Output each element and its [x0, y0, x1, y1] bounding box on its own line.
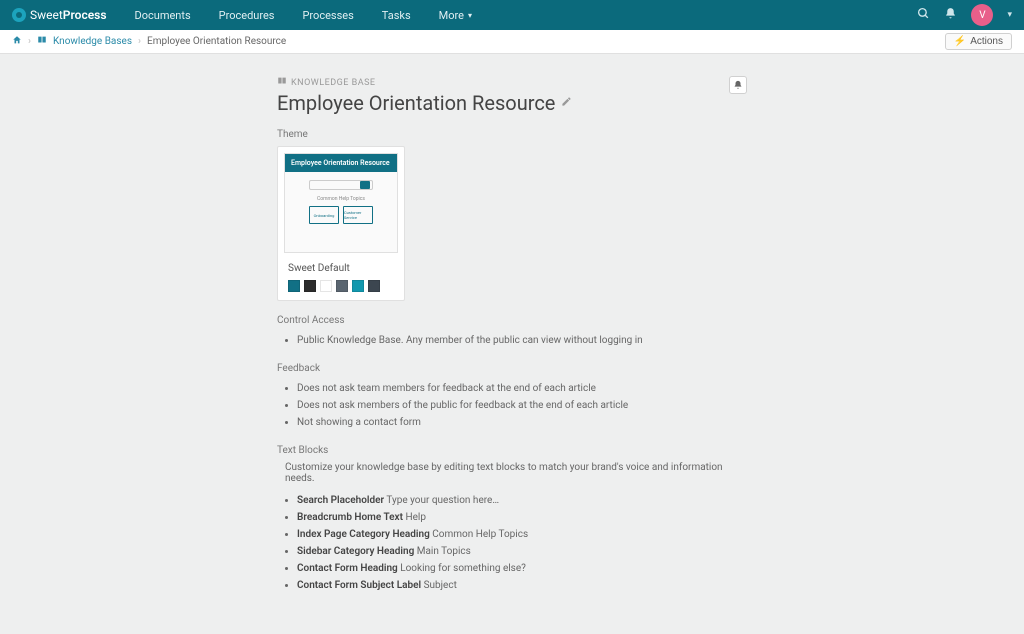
chevron-down-icon: ▾	[468, 11, 472, 20]
top-icons: V ▾	[917, 4, 1012, 26]
book-icon	[277, 76, 287, 89]
section-textblocks-label: Text Blocks	[277, 445, 747, 456]
access-list: Public Knowledge Base. Any member of the…	[277, 332, 747, 349]
breadcrumb-bar: › Knowledge Bases › Employee Orientation…	[0, 30, 1024, 54]
list-item: Does not ask team members for feedback a…	[297, 380, 747, 397]
breadcrumb-knowledge-bases[interactable]: Knowledge Bases	[53, 36, 132, 47]
bolt-icon: ⚡	[954, 36, 966, 47]
book-icon	[37, 35, 47, 48]
section-feedback-label: Feedback	[277, 363, 747, 374]
swatch[interactable]	[368, 280, 380, 292]
edit-icon[interactable]	[561, 96, 572, 110]
user-menu-chevron-icon[interactable]: ▾	[1007, 10, 1012, 20]
search-icon[interactable]	[917, 7, 930, 23]
breadcrumb-sep: ›	[28, 36, 31, 47]
list-item: Public Knowledge Base. Any member of the…	[297, 332, 747, 349]
theme-preview: Employee Orientation Resource Common Hel…	[284, 153, 398, 253]
swatch[interactable]	[336, 280, 348, 292]
list-item: Index Page Category Heading Common Help …	[297, 526, 747, 543]
textblocks-desc: Customize your knowledge base by editing…	[277, 462, 747, 484]
preview-card: Onboarding	[314, 213, 335, 218]
preview-title: Employee Orientation Resource	[291, 159, 390, 167]
nav-more[interactable]: More▾	[439, 9, 472, 22]
swatch[interactable]	[288, 280, 300, 292]
nav-procedures[interactable]: Procedures	[219, 9, 275, 22]
logo-icon	[12, 8, 26, 22]
kb-label: KNOWLEDGE BASE	[277, 76, 747, 89]
actions-button[interactable]: ⚡ Actions	[945, 33, 1012, 50]
main-content: KNOWLEDGE BASE Employee Orientation Reso…	[277, 76, 747, 594]
home-icon[interactable]	[12, 35, 22, 48]
breadcrumb: › Knowledge Bases › Employee Orientation…	[12, 35, 286, 48]
list-item: Breadcrumb Home Text Help	[297, 509, 747, 526]
list-item: Does not ask members of the public for f…	[297, 397, 747, 414]
avatar[interactable]: V	[971, 4, 993, 26]
nav-documents[interactable]: Documents	[135, 9, 191, 22]
swatch[interactable]	[320, 280, 332, 292]
preview-card: Customer Service	[344, 210, 372, 220]
color-swatches	[278, 280, 404, 292]
textblocks-list: Search Placeholder Type your question he…	[277, 492, 747, 594]
list-item: Contact Form Heading Looking for somethi…	[297, 560, 747, 577]
page-title: Employee Orientation Resource	[277, 91, 555, 115]
notification-toggle[interactable]	[729, 76, 747, 94]
list-item: Contact Form Subject Label Subject	[297, 577, 747, 594]
section-access-label: Control Access	[277, 315, 747, 326]
breadcrumb-current: Employee Orientation Resource	[147, 36, 286, 47]
logo[interactable]: SweetProcess	[12, 8, 107, 22]
list-item: Not showing a contact form	[297, 414, 747, 431]
nav-processes[interactable]: Processes	[302, 9, 353, 22]
nav-tasks[interactable]: Tasks	[382, 9, 411, 22]
swatch[interactable]	[352, 280, 364, 292]
top-bar: SweetProcess Documents Procedures Proces…	[0, 0, 1024, 30]
theme-card[interactable]: Employee Orientation Resource Common Hel…	[277, 146, 405, 301]
logo-text: SweetProcess	[30, 8, 107, 22]
list-item: Sidebar Category Heading Main Topics	[297, 543, 747, 560]
preview-heading: Common Help Topics	[295, 196, 387, 202]
breadcrumb-sep: ›	[138, 36, 141, 47]
notifications-icon[interactable]	[944, 7, 957, 23]
preview-search	[309, 180, 373, 190]
section-theme-label: Theme	[277, 129, 747, 140]
list-item: Search Placeholder Type your question he…	[297, 492, 747, 509]
main-nav: Documents Procedures Processes Tasks Mor…	[135, 9, 473, 22]
theme-name: Sweet Default	[278, 259, 404, 280]
feedback-list: Does not ask team members for feedback a…	[277, 380, 747, 431]
swatch[interactable]	[304, 280, 316, 292]
